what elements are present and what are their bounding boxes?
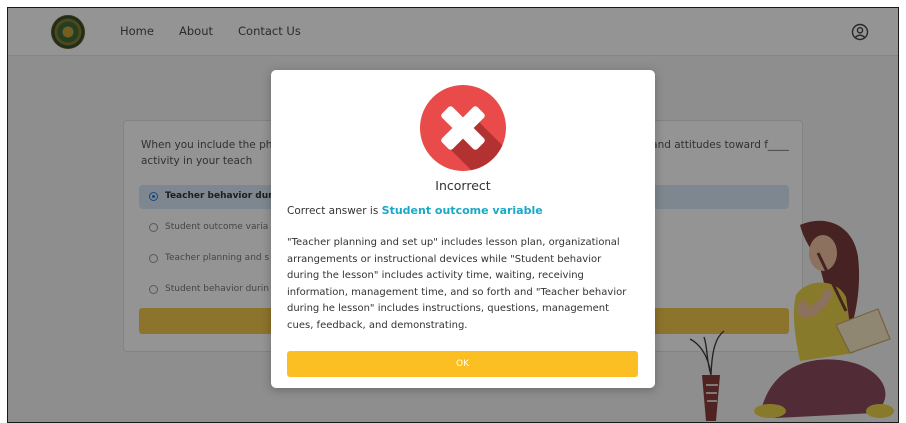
answer-explanation: "Teacher planning and set up" includes l… <box>287 237 627 331</box>
correct-answer-line: Correct answer is Student outcome variab… <box>287 204 543 217</box>
ok-button[interactable]: OK <box>287 351 638 377</box>
correct-answer-value: Student outcome variable <box>381 204 543 217</box>
app-frame: Home About Contact Us When you include t… <box>7 7 899 423</box>
result-modal: Incorrect Correct answer is Student outc… <box>271 70 655 388</box>
answer-prefix: Correct answer is <box>287 205 382 217</box>
x-circle-icon <box>420 85 506 171</box>
modal-title: Incorrect <box>435 178 491 193</box>
